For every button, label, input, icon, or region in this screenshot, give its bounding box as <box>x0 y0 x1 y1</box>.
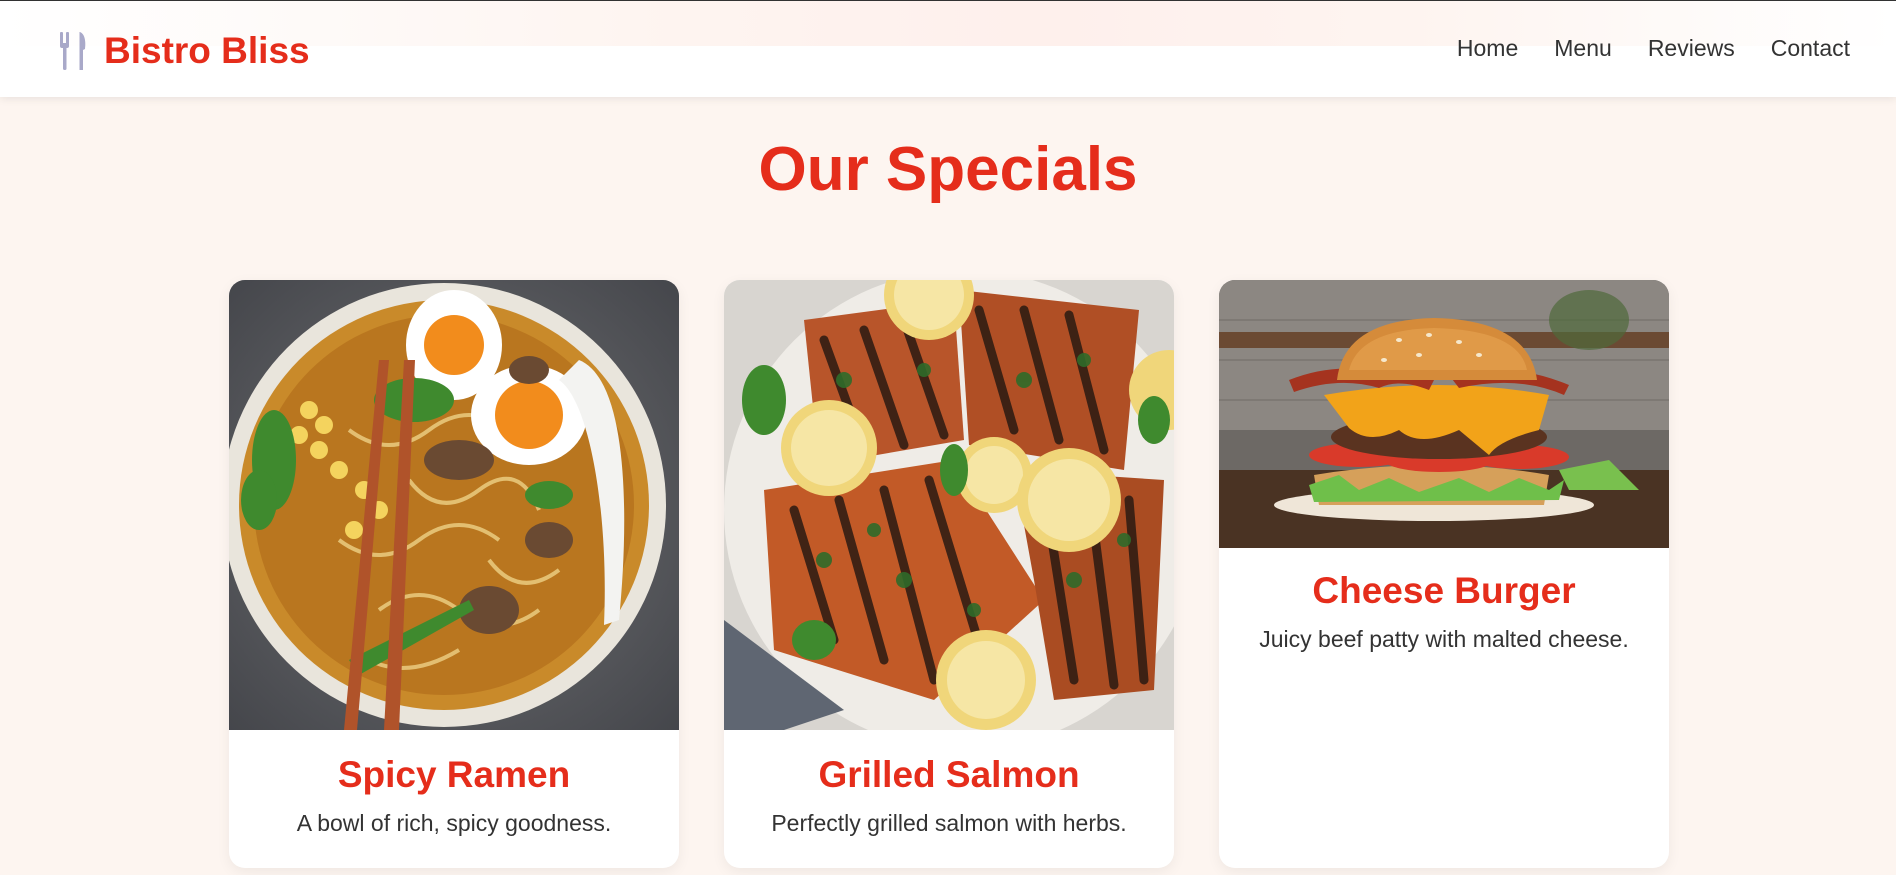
card-title: Spicy Ramen <box>337 754 571 795</box>
burger-image <box>1219 280 1669 548</box>
nav-reviews[interactable]: Reviews <box>1648 35 1735 62</box>
special-card-ramen[interactable]: Spicy Ramen A bowl of rich, spicy goodne… <box>229 280 679 868</box>
card-description: Perfectly grilled salmon with herbs. <box>771 810 1127 836</box>
ramen-image <box>229 280 679 730</box>
nav-contact[interactable]: Contact <box>1771 35 1850 62</box>
site-header: Bistro Bliss Home Menu Reviews Contact <box>0 1 1896 97</box>
card-title: Cheese Burger <box>1312 570 1576 611</box>
card-description: Juicy beef patty with malted cheese. <box>1259 626 1629 652</box>
special-card-salmon[interactable]: Grilled Salmon Perfectly grilled salmon … <box>724 280 1174 868</box>
brand-name[interactable]: Bistro Bliss <box>104 30 310 72</box>
card-title: Grilled Salmon <box>818 754 1080 795</box>
main-nav: Home Menu Reviews Contact <box>1457 35 1850 62</box>
specials-title: Our Specials <box>758 135 1138 204</box>
special-card-burger[interactable]: Cheese Burger Juicy beef patty with malt… <box>1219 280 1669 868</box>
brand[interactable]: Bistro Bliss <box>58 30 310 72</box>
nav-home[interactable]: Home <box>1457 35 1518 62</box>
nav-menu[interactable]: Menu <box>1554 35 1612 62</box>
utensils-icon <box>58 32 88 70</box>
salmon-image <box>724 280 1174 730</box>
card-description: A bowl of rich, spicy goodness. <box>296 810 612 836</box>
